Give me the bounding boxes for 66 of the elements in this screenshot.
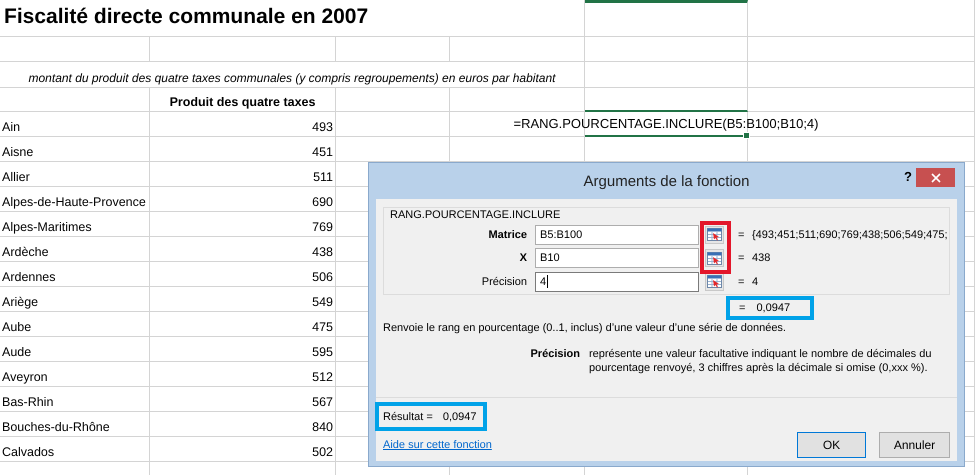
- equals-sign: =: [737, 276, 746, 288]
- table-cell: Aveyron: [2, 370, 48, 384]
- argument-value: 438: [751, 252, 772, 264]
- equals-sign: =: [737, 228, 746, 241]
- fill-handle: [743, 132, 750, 139]
- function-name: RANG.POURCENTAGE.INCLURE: [390, 209, 562, 221]
- result-label: Résultat =: [383, 411, 433, 423]
- table-cell: Alpes-de-Haute-Provence: [2, 195, 146, 209]
- help-button[interactable]: ?: [904, 169, 912, 184]
- table-cell: 512: [312, 370, 333, 384]
- close-button[interactable]: [916, 168, 955, 187]
- equals-sign: =: [739, 302, 746, 314]
- table-cell: 506: [312, 270, 333, 284]
- table-cell: Calvados: [2, 445, 54, 459]
- help-link[interactable]: Aide sur cette fonction: [383, 439, 492, 451]
- argument-value: {493;451;511;690;769;438;506;549;475;: [751, 228, 949, 241]
- close-icon: [930, 172, 940, 182]
- grid-icon: [707, 252, 722, 265]
- table-cell: Ardennes: [2, 270, 56, 284]
- table-cell: 769: [312, 220, 333, 234]
- table-cell: 451: [312, 145, 333, 159]
- table-cell: Aude: [2, 345, 32, 359]
- table-cell: 493: [312, 120, 333, 134]
- input-field[interactable]: B5:B100: [535, 224, 699, 245]
- grid-icon: [707, 228, 722, 242]
- argument-label: X: [518, 252, 528, 264]
- table-cell: Ardèche: [2, 245, 49, 259]
- table-cell: 511: [313, 170, 333, 184]
- table-cell: Bouches-du-Rhône: [2, 420, 110, 434]
- ok-button[interactable]: OK: [797, 432, 866, 458]
- collapse-button[interactable]: [705, 226, 724, 244]
- table-cell: 690: [312, 195, 333, 209]
- sheet-title: Fiscalité directe communale en 2007: [3, 5, 368, 29]
- table-cell: 502: [312, 445, 333, 459]
- formula-result: 0,0947: [756, 302, 790, 314]
- table-cell: Aisne: [2, 145, 34, 159]
- formula-cell: =RANG.POURCENTAGE.INCLURE(B5:B100;B10;4): [514, 116, 818, 131]
- result-value: 0,0947: [442, 411, 476, 423]
- sheet-subtitle: montant du produit des quatre taxes communales (y compris regroupements) en euros par habitant: [28, 71, 556, 85]
- table-cell: 595: [312, 345, 333, 359]
- input-field[interactable]: 4: [535, 272, 699, 292]
- input-field[interactable]: B10: [535, 248, 699, 268]
- collapse-button[interactable]: [705, 249, 724, 268]
- table-cell: Bas-Rhin: [2, 395, 54, 409]
- argument-label: Matrice: [487, 228, 528, 241]
- equals-sign: =: [737, 252, 746, 264]
- table-cell: 438: [312, 245, 333, 259]
- table-cell: Alpes-Maritimes: [2, 220, 92, 234]
- table-cell: 475: [312, 320, 333, 334]
- cancel-button[interactable]: Annuler: [879, 432, 950, 458]
- table-cell: 549: [312, 295, 333, 309]
- table-cell: Aube: [2, 320, 32, 334]
- function-description: Renvoie le rang en pourcentage (0..1, inclus) d’une valeur d’une série de données.: [383, 322, 787, 334]
- parameter-name: Précision: [529, 347, 580, 362]
- table-cell: Allier: [2, 170, 30, 184]
- table-cell: 567: [312, 395, 333, 409]
- argument-value: 4: [751, 276, 760, 288]
- argument-label: Précision: [480, 276, 528, 288]
- table-cell: 840: [312, 420, 333, 434]
- highlight-frame: [700, 220, 731, 274]
- grid-icon: [707, 275, 722, 288]
- dialog-title: Arguments de la fonction: [584, 172, 750, 190]
- table-cell: Ariège: [2, 295, 38, 309]
- column-header: Produit des quatre taxes: [170, 95, 316, 109]
- table-cell: Ain: [2, 120, 20, 134]
- parameter-description: représente une valeur facultative indiquant le nombre de décimales du pourcentage renvoyé, 3 chiffres après la décimale si omise (0,xxx %).: [589, 347, 932, 375]
